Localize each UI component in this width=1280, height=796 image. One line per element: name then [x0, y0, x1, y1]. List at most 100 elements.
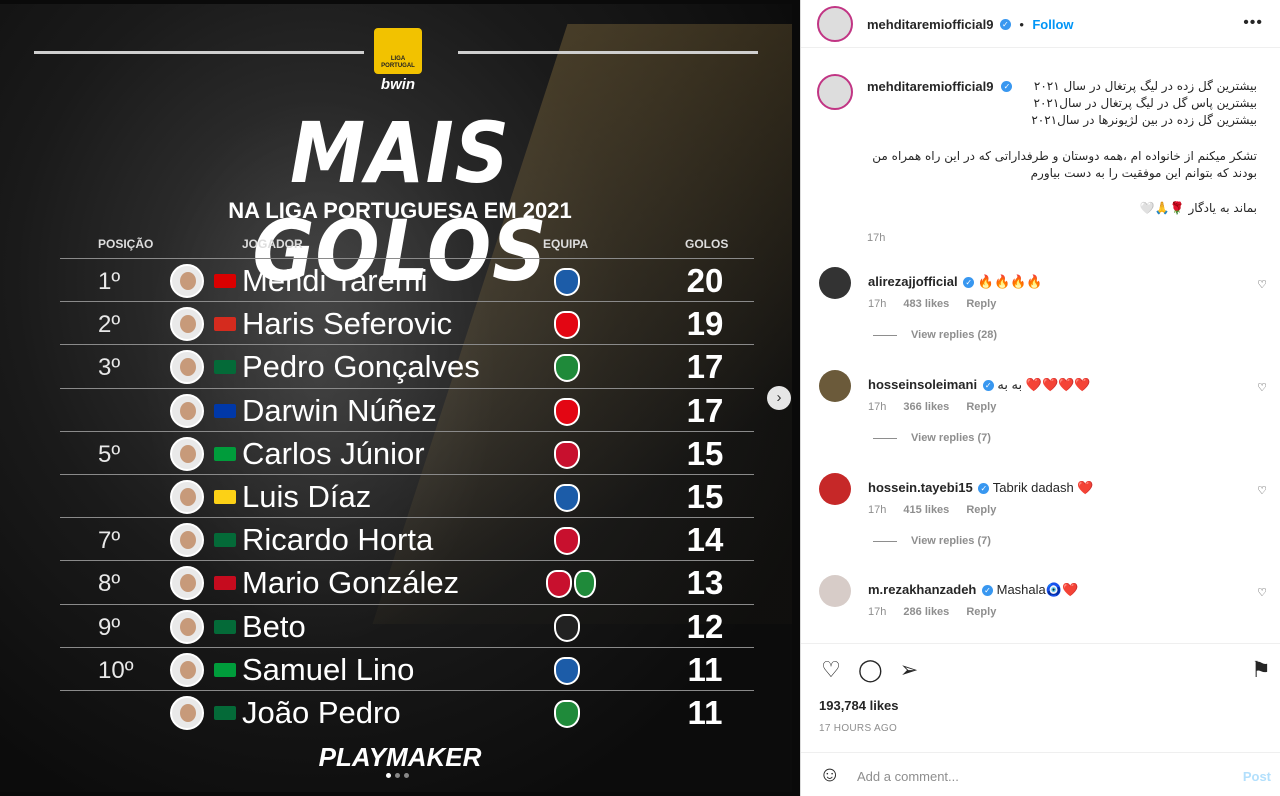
post-comment-button[interactable]: Post — [1243, 769, 1271, 784]
caption-line: بماند به یادگار 🌹🙏🤍 — [1139, 201, 1257, 215]
scorer-row: 10º Samuel Lino 11 — [60, 646, 754, 690]
like-count[interactable]: 193,784 likes — [819, 698, 899, 713]
caption-line: بیشترین پاس گل در لیگ پرتغال در سال۲۰۲۱ — [1033, 96, 1258, 110]
club-crest-icon — [554, 397, 580, 426]
player-name: Carlos Júnior — [242, 435, 425, 471]
comment-like-icon[interactable]: ♡ — [1257, 381, 1267, 394]
scorer-row: 3º Pedro Gonçalves 17 — [60, 344, 754, 387]
scorer-row: 2º Haris Seferovic 19 — [60, 301, 754, 344]
comment-time[interactable]: 17h — [868, 606, 886, 618]
caption-timestamp[interactable]: 17h — [867, 230, 1257, 247]
emoji-icon[interactable]: ☺ — [819, 763, 840, 787]
player-name: Haris Seferovic — [242, 306, 453, 342]
commenter-avatar[interactable] — [819, 370, 851, 402]
comment-time[interactable]: 17h — [868, 504, 886, 516]
caption-author-avatar[interactable] — [817, 74, 853, 110]
scorer-position: 8º — [98, 570, 121, 598]
nationality-flag-icon — [214, 403, 236, 418]
player-photo — [170, 479, 204, 514]
separator-dot: • — [1019, 17, 1024, 32]
comment-like-count[interactable]: 415 likes — [903, 504, 949, 516]
scorer-position: 7º — [98, 527, 121, 555]
comment-like-icon[interactable]: ♡ — [1257, 586, 1267, 599]
view-replies-button[interactable]: View replies (7) — [873, 535, 991, 547]
nationality-flag-icon — [214, 317, 236, 332]
scorer-row: João Pedro 11 — [60, 689, 754, 733]
commenter-avatar[interactable] — [819, 267, 851, 299]
share-icon[interactable]: ➢ — [897, 658, 921, 682]
next-slide-icon[interactable]: › — [767, 386, 791, 410]
player-name: Darwin Núñez — [242, 392, 437, 428]
header-position: POSIÇÃO — [98, 237, 154, 251]
nationality-flag-icon — [214, 446, 236, 461]
reply-button[interactable]: Reply — [966, 504, 996, 516]
scorers-table: 1º Mehdi Taremi 20 2º Haris Seferovic 19 3… — [60, 258, 754, 733]
reply-button[interactable]: Reply — [966, 298, 996, 310]
comment-time[interactable]: 17h — [868, 298, 886, 310]
goal-count: 15 — [686, 434, 724, 472]
club-crest-icon — [546, 570, 572, 599]
nationality-flag-icon — [214, 360, 236, 375]
player-photo — [170, 393, 204, 428]
goal-count: 17 — [686, 348, 724, 386]
scorer-position: 10º — [98, 656, 134, 684]
author-username[interactable]: mehditaremiofficial9 — [867, 17, 993, 32]
caption-username[interactable]: mehditaremiofficial9 — [867, 78, 993, 95]
verified-icon: ✓ — [999, 19, 1011, 31]
post-timestamp[interactable]: 17 HOURS AGO — [819, 723, 897, 734]
carousel-dots — [386, 773, 409, 778]
commenter-avatar[interactable] — [819, 575, 851, 607]
goal-count: 17 — [686, 391, 724, 429]
goal-count: 20 — [686, 262, 724, 299]
player-name: Pedro Gonçalves — [242, 349, 480, 385]
player-name: Beto — [242, 608, 306, 644]
title-divider-right — [458, 51, 758, 54]
view-replies-button[interactable]: View replies (28) — [873, 329, 997, 341]
goal-count: 14 — [686, 521, 724, 559]
commenter-username[interactable]: alirezajjofficial — [868, 274, 958, 289]
scorer-row: Darwin Núñez 17 — [60, 387, 754, 431]
follow-button[interactable]: Follow — [1032, 17, 1073, 32]
goal-count: 11 — [687, 650, 723, 688]
reply-button[interactable]: Reply — [966, 401, 996, 413]
comment-icon[interactable]: ◯ — [858, 658, 883, 682]
player-name: João Pedro — [242, 694, 401, 730]
commenter-username[interactable]: hosseinsoleimani — [868, 377, 977, 392]
commenter-avatar[interactable] — [819, 473, 851, 505]
caption-line: بیشترین گل زده در بین لژیونرها در سال۲۰۲… — [1031, 113, 1257, 127]
comment-time[interactable]: 17h — [868, 401, 886, 413]
view-replies-button[interactable]: View replies (7) — [873, 432, 991, 444]
post-caption: mehditaremiofficial9 ✓ بیشترین گل زده در… — [867, 78, 1257, 247]
comment-like-icon[interactable]: ♡ — [1257, 278, 1267, 291]
player-photo — [170, 609, 204, 644]
save-icon[interactable]: ⚑ — [1249, 658, 1273, 682]
post-media: LIGA PORTUGAL bwin MAIS GOLOS NA LIGA PO… — [0, 0, 800, 796]
scorer-row: 7º Ricardo Horta 14 — [60, 517, 754, 560]
more-options-icon[interactable]: ••• — [1243, 14, 1263, 32]
nationality-flag-icon — [214, 489, 236, 504]
goal-count: 13 — [686, 564, 724, 602]
author-avatar[interactable] — [817, 6, 853, 42]
commenter-username[interactable]: hossein.tayebi15 — [868, 480, 973, 495]
club-crest-icon — [554, 268, 580, 296]
comment-text: 🔥🔥🔥🔥 — [977, 274, 1043, 289]
verified-icon: ✓ — [1001, 81, 1013, 92]
like-icon[interactable]: ♡ — [819, 658, 843, 682]
player-name: Mario González — [242, 565, 460, 601]
nationality-flag-icon — [214, 576, 236, 591]
player-photo — [170, 350, 204, 385]
add-comment-bar: ☺ Post — [801, 752, 1280, 796]
scorer-row: 1º Mehdi Taremi 20 — [60, 258, 754, 301]
player-name: Samuel Lino — [242, 651, 415, 687]
title-divider-left — [34, 51, 364, 54]
comment-like-icon[interactable]: ♡ — [1257, 484, 1267, 497]
comment-like-count[interactable]: 483 likes — [903, 298, 949, 310]
liga-portugal-logo: LIGA PORTUGAL — [374, 28, 422, 74]
comment-like-count[interactable]: 366 likes — [903, 401, 949, 413]
nationality-flag-icon — [214, 619, 236, 634]
caption-line: تشکر میکنم از خانواده ام ،همه دوستان و ط… — [872, 149, 1257, 180]
comment-input[interactable] — [857, 765, 1217, 787]
reply-button[interactable]: Reply — [966, 606, 996, 618]
comment-like-count[interactable]: 286 likes — [903, 606, 949, 618]
commenter-username[interactable]: m.rezakhanzadeh — [868, 582, 976, 597]
